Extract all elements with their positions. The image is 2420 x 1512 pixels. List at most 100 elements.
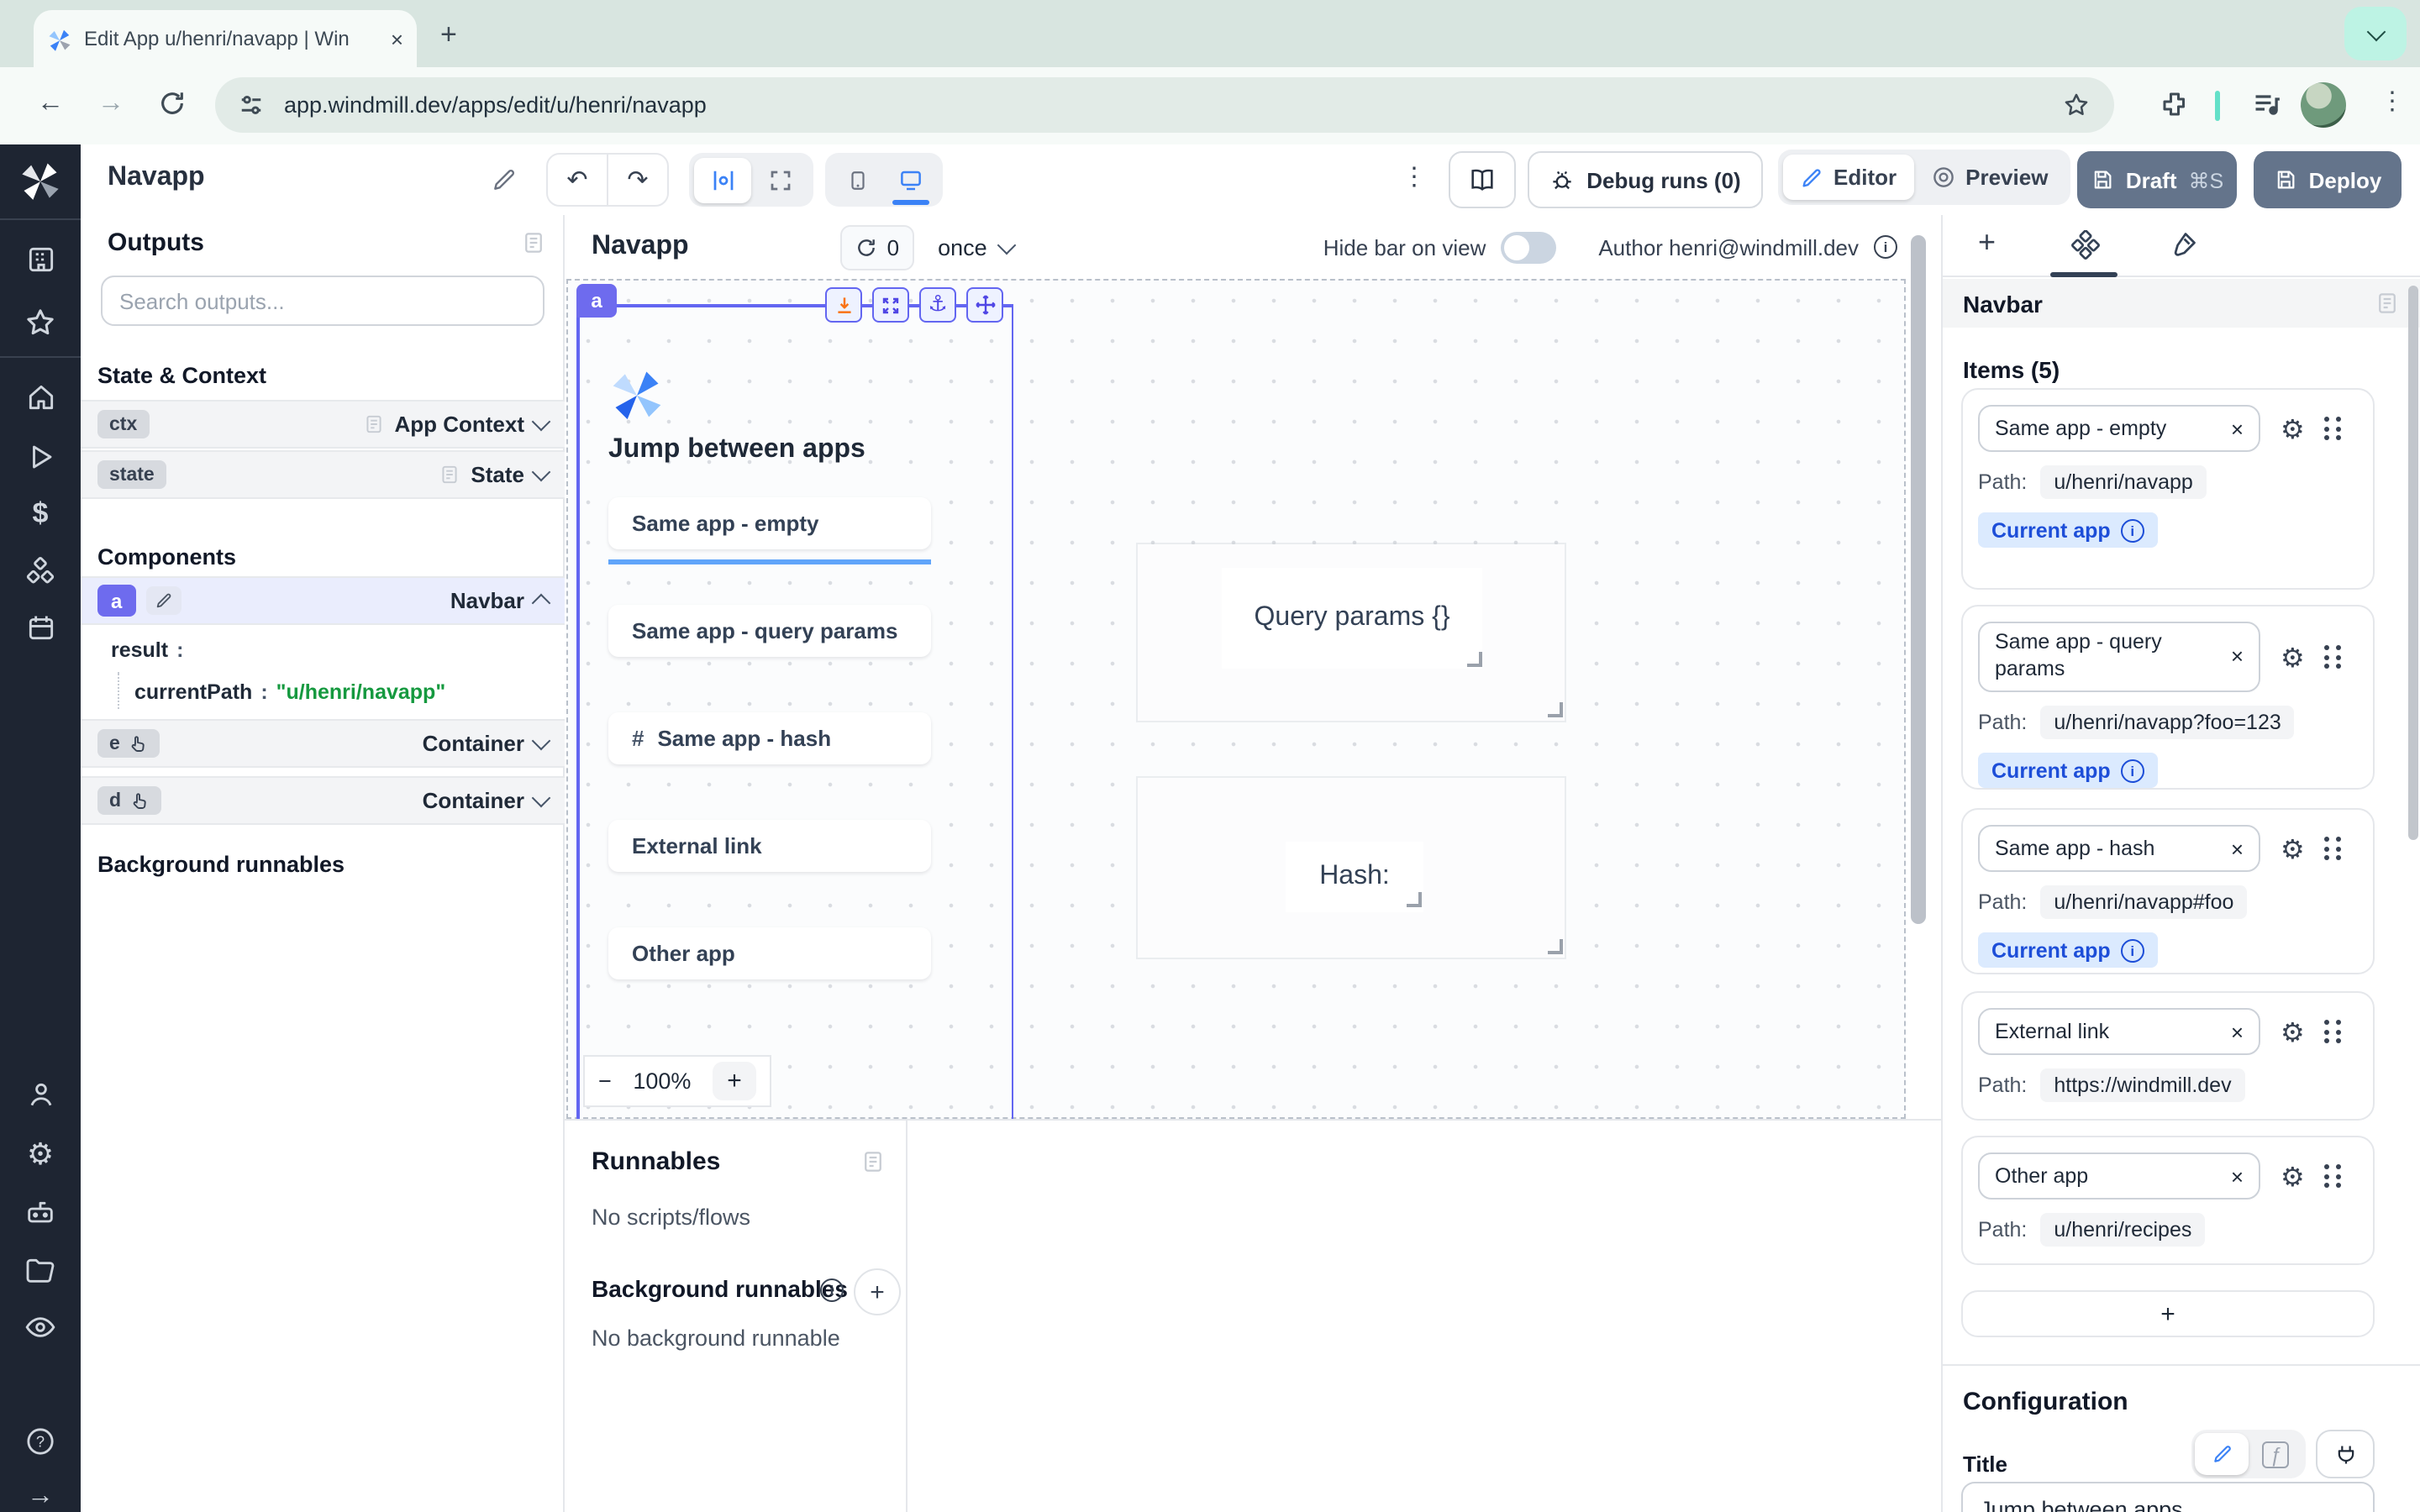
author-info-icon[interactable]: i [1874, 235, 1897, 259]
tab-search-button[interactable] [2344, 7, 2407, 60]
static-mode-button[interactable] [2195, 1433, 2249, 1475]
clear-icon[interactable]: × [2231, 416, 2244, 441]
resize-handle[interactable] [1548, 702, 1563, 717]
nav-item-same-app-empty[interactable]: Same app - empty [608, 497, 931, 549]
runs-play-icon[interactable] [25, 442, 55, 472]
refresh-count-box[interactable]: 0 [840, 224, 914, 270]
drag-handle-icon[interactable] [2325, 1020, 2343, 1043]
component-row-e[interactable]: e Container [81, 719, 565, 768]
hash-container[interactable]: Hash: [1138, 778, 1565, 958]
resize-handle[interactable] [1548, 939, 1563, 954]
zoom-in-button[interactable]: + [713, 1062, 756, 1100]
anchor-button[interactable]: ⚓ [919, 287, 956, 323]
item-path[interactable]: u/henri/navapp [2040, 465, 2206, 499]
query-params-container[interactable]: Query params {} [1138, 544, 1565, 721]
move-component-button[interactable] [966, 287, 1003, 323]
help-icon[interactable]: ? [24, 1425, 57, 1458]
drag-handle-icon[interactable] [2325, 837, 2343, 860]
resources-cubes-icon[interactable] [24, 554, 57, 588]
zoom-out-button[interactable]: − [598, 1068, 612, 1094]
item-settings-gear-icon[interactable]: ⚙ [2281, 412, 2305, 444]
browser-tab[interactable]: Edit App u/henri/navapp | Win × [34, 10, 417, 67]
item-label-input[interactable]: Same app - empty× [1978, 405, 2260, 452]
item-path[interactable]: u/henri/navapp#foo [2040, 885, 2247, 919]
title-value-input[interactable]: Jump between apps [1961, 1482, 2375, 1512]
settings-gear-icon[interactable]: ⚙ [27, 1137, 54, 1173]
refresh-mode-dropdown[interactable]: once [938, 234, 1014, 260]
chevron-down-icon[interactable] [532, 412, 551, 432]
add-navbar-item-button[interactable]: + [1961, 1290, 2375, 1337]
item-label-input[interactable]: Same app - query params× [1978, 622, 2260, 692]
item-label-input[interactable]: Same app - hash× [1978, 825, 2260, 872]
clear-icon[interactable]: × [2231, 836, 2244, 861]
chevron-down-icon[interactable] [532, 463, 551, 482]
currentpath-key[interactable]: currentPath [134, 680, 252, 704]
debug-runs-button[interactable]: Debug runs (0) [1528, 151, 1763, 208]
item-settings-gear-icon[interactable]: ⚙ [2281, 1016, 2305, 1047]
expand-down-button[interactable] [825, 287, 862, 323]
url-text[interactable]: app.windmill.dev/apps/edit/u/henri/navap… [284, 92, 707, 118]
rename-pencil-icon[interactable] [491, 166, 518, 193]
connect-plug-button[interactable] [2316, 1430, 2375, 1478]
result-key[interactable]: result [111, 638, 168, 662]
component-doc-icon[interactable] [2375, 291, 2400, 316]
clear-icon[interactable]: × [2231, 1019, 2244, 1044]
component-a-edit-box[interactable] [145, 586, 181, 615]
preview-tab[interactable]: Preview [1913, 155, 2065, 200]
chevron-down-icon[interactable] [532, 789, 551, 808]
drag-handle-icon[interactable] [2325, 645, 2343, 669]
currentpath-value[interactable]: "u/henri/navapp" [276, 680, 446, 704]
component-outline-button[interactable] [694, 157, 751, 202]
media-playlist-icon[interactable] [2252, 89, 2282, 119]
variables-dollar-icon[interactable]: $ [33, 497, 49, 531]
output-row-ctx[interactable]: ctx App Context [81, 400, 565, 449]
item-path[interactable]: u/henri/recipes [2040, 1213, 2205, 1247]
redo-button[interactable]: ↷ [607, 155, 667, 205]
component-row-a[interactable]: a Navbar [81, 576, 565, 625]
nav-item-external-link[interactable]: External link [608, 820, 931, 872]
chevron-down-icon[interactable] [532, 732, 551, 751]
background-info-icon[interactable]: i [820, 1278, 844, 1302]
item-settings-gear-icon[interactable]: ⚙ [2281, 641, 2305, 673]
draft-button[interactable]: Draft ⌘S [2077, 151, 2237, 208]
home-icon[interactable] [24, 381, 56, 413]
insert-component-tab[interactable]: + [1978, 225, 1996, 260]
expand-component-button[interactable] [872, 287, 909, 323]
resize-handle[interactable] [1407, 892, 1422, 907]
docs-book-button[interactable] [1449, 151, 1516, 208]
runnables-doc-icon[interactable] [860, 1149, 886, 1174]
add-background-runnable-button[interactable]: + [854, 1268, 901, 1315]
users-person-icon[interactable] [24, 1079, 56, 1110]
item-label-input[interactable]: Other app× [1978, 1152, 2260, 1200]
forward-icon[interactable]: → [97, 89, 124, 119]
editor-tab[interactable]: Editor [1783, 155, 1913, 200]
folders-icon[interactable] [24, 1253, 57, 1287]
desktop-view-button[interactable] [884, 157, 938, 202]
nav-item-other-app[interactable]: Other app [608, 927, 931, 979]
extensions-puzzle-icon[interactable] [2160, 89, 2190, 119]
styling-brush-tab[interactable] [2168, 230, 2198, 260]
info-icon[interactable]: i [2121, 518, 2144, 542]
component-row-d[interactable]: d Container [81, 776, 565, 825]
audit-eye-icon[interactable] [24, 1310, 57, 1344]
windmill-logo-icon[interactable] [18, 158, 62, 202]
clear-icon[interactable]: × [2231, 643, 2244, 671]
browser-menu-kebab-icon[interactable]: ⋮ [2380, 86, 2407, 116]
component-settings-tab[interactable] [2070, 230, 2101, 260]
item-path[interactable]: https://windmill.dev [2040, 1068, 2244, 1102]
hide-bar-toggle[interactable] [1501, 231, 1556, 263]
site-settings-icon[interactable] [239, 92, 264, 118]
expand-sidebar-arrow-icon[interactable]: → [27, 1482, 54, 1512]
fullscreen-button[interactable] [751, 157, 808, 202]
item-label-input[interactable]: External link× [1978, 1008, 2260, 1055]
schedules-calendar-icon[interactable] [24, 612, 56, 643]
url-bar[interactable]: app.windmill.dev/apps/edit/u/henri/navap… [215, 77, 2114, 133]
dynamic-fx-button[interactable]: ƒ [2249, 1433, 2302, 1475]
item-settings-gear-icon[interactable]: ⚙ [2281, 832, 2305, 864]
app-canvas[interactable]: a ⚓ Jump between apps Same app - empty S… [566, 279, 1906, 1119]
reload-icon[interactable] [158, 89, 187, 118]
nav-item-hash[interactable]: # Same app - hash [608, 712, 931, 764]
new-tab-button[interactable]: + [440, 20, 457, 49]
item-path[interactable]: u/henri/navapp?foo=123 [2040, 706, 2294, 739]
drag-handle-icon[interactable] [2325, 417, 2343, 440]
